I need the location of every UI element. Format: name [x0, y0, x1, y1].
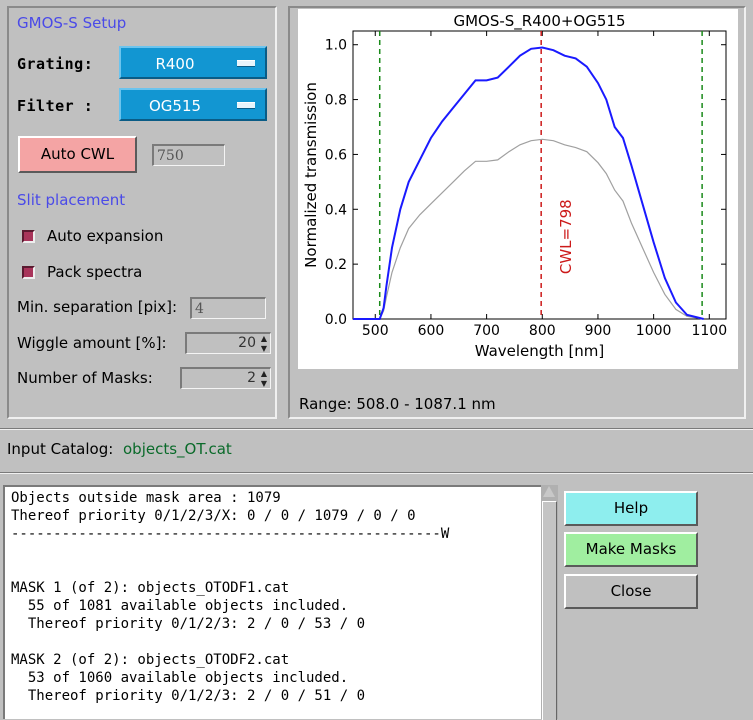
- x-tick-label: 600: [418, 323, 445, 339]
- spin-down-icon[interactable]: ▼: [258, 344, 270, 354]
- filter-label: Filter :: [17, 97, 94, 115]
- min-separation-label: Min. separation [pix]:: [17, 298, 178, 316]
- transmission-chart: GMOS-S_R400+OG515 500 600 700 800 900 1000 1100…: [302, 12, 727, 360]
- y-tick-label: 0.4: [325, 202, 347, 218]
- x-tick-label: 700: [473, 323, 500, 339]
- log-textarea[interactable]: Objects outside mask area : 1079 Thereof …: [3, 485, 541, 719]
- grating-label: Grating:: [17, 55, 94, 73]
- log-line: Objects outside mask area : 1079: [11, 490, 281, 506]
- y-tick-label: 0.0: [325, 312, 347, 328]
- wiggle-amount-spinbox[interactable]: 20 ▲ ▼: [185, 332, 271, 354]
- y-tick-label: 0.2: [325, 257, 347, 273]
- y-axis-label: Normalized transmission: [302, 82, 320, 268]
- chart-title: GMOS-S_R400+OG515: [453, 12, 625, 31]
- x-tick-label: 500: [362, 323, 389, 339]
- scroll-thumb[interactable]: [542, 501, 557, 720]
- x-tick-label: 1100: [691, 323, 727, 339]
- auto-expansion-checkbox[interactable]: [22, 230, 35, 243]
- log-line: 55 of 1081 available objects included.: [11, 598, 349, 614]
- catalog-label: Input Catalog:: [7, 440, 114, 458]
- separator: [0, 428, 753, 430]
- number-of-masks-spinbox[interactable]: 2 ▲ ▼: [180, 367, 271, 389]
- separator: [0, 472, 753, 474]
- pack-spectra-checkbox[interactable]: [22, 266, 35, 279]
- log-line: Thereof priority 0/1/2/3: 2 / 0 / 53 / 0: [11, 616, 366, 632]
- y-tick-label: 0.6: [325, 147, 347, 163]
- setup-title: GMOS-S Setup: [17, 14, 127, 32]
- log-line: Thereof priority 0/1/2/3/X: 0 / 0 / 1079…: [11, 508, 416, 524]
- x-tick-label: 800: [529, 323, 556, 339]
- number-of-masks-value: 2: [247, 370, 256, 386]
- spin-up-icon[interactable]: ▲: [258, 369, 270, 379]
- wiggle-amount-label: Wiggle amount [%]:: [17, 334, 167, 352]
- log-line: MASK 2 (of 2): objects_OTODF2.cat: [11, 652, 290, 668]
- spin-down-icon[interactable]: ▼: [258, 379, 270, 389]
- slit-placement-title: Slit placement: [17, 191, 126, 209]
- dropdown-indicator-icon: [237, 60, 255, 67]
- log-line: 53 of 1060 available objects included.: [11, 670, 349, 686]
- spin-up-icon[interactable]: ▲: [258, 334, 270, 344]
- x-tick-label: 1000: [636, 323, 672, 339]
- cwl-annotation: CWL=798: [557, 199, 575, 274]
- grating-value: R400: [155, 55, 195, 73]
- log-scrollbar[interactable]: [541, 485, 558, 720]
- log-line: MASK 1 (of 2): objects_OTODF1.cat: [11, 580, 290, 596]
- auto-cwl-button[interactable]: Auto CWL: [18, 136, 137, 173]
- plot-frame: [352, 30, 727, 320]
- series-line: [353, 138, 704, 320]
- auto-expansion-label: Auto expansion: [47, 227, 164, 245]
- log-line: Thereof priority 0/1/2/3: 2 / 0 / 51 / 0: [11, 688, 366, 704]
- plot-canvas: GMOS-S_R400+OG515 500 600 700 800 900 1000 1100…: [298, 9, 738, 369]
- y-tick-label: 1.0: [325, 38, 347, 54]
- make-masks-button[interactable]: Make Masks: [564, 532, 698, 567]
- scroll-up-icon[interactable]: [543, 486, 555, 497]
- filter-dropdown[interactable]: OG515: [119, 88, 267, 121]
- grating-dropdown[interactable]: R400: [119, 46, 267, 79]
- close-button[interactable]: Close: [564, 574, 698, 609]
- log-line: ----------------------------------------…: [11, 526, 450, 542]
- y-tick-label: 0.8: [325, 93, 347, 109]
- number-of-masks-label: Number of Masks:: [17, 369, 153, 387]
- catalog-filename: objects_OT.cat: [123, 440, 232, 458]
- pack-spectra-label: Pack spectra: [47, 263, 143, 281]
- help-button[interactable]: Help: [564, 491, 698, 526]
- x-tick-label: 900: [585, 323, 612, 339]
- series-line: [353, 46, 704, 320]
- wiggle-amount-value: 20: [238, 335, 256, 351]
- filter-value: OG515: [148, 97, 202, 115]
- dropdown-indicator-icon: [237, 102, 255, 109]
- min-separation-field[interactable]: 4: [190, 297, 266, 319]
- x-axis-label: Wavelength [nm]: [475, 342, 605, 360]
- cwl-field[interactable]: 750: [152, 144, 225, 166]
- range-label: Range: 508.0 - 1087.1 nm: [299, 395, 496, 413]
